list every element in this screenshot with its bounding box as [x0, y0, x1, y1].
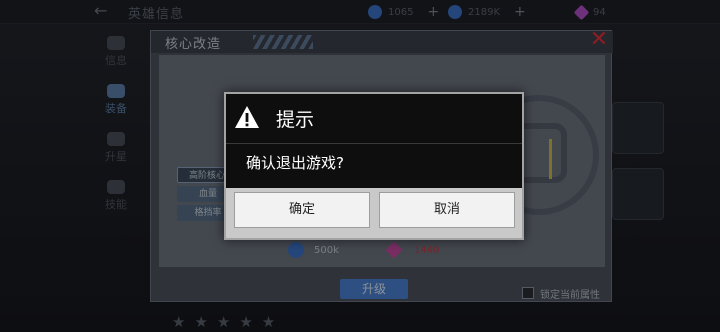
cancel-button[interactable]: 取消	[379, 192, 515, 228]
dialog-title: 提示	[276, 109, 315, 131]
exit-confirm-dialog: 提示 确认退出游戏? 确定 取消	[224, 92, 524, 240]
dialog-footer: 确定 取消	[226, 188, 522, 238]
confirm-button[interactable]: 确定	[234, 192, 370, 228]
dialog-message: 确认退出游戏?	[246, 154, 344, 172]
warning-icon	[235, 106, 259, 128]
dialog-header: 提示	[226, 94, 522, 144]
